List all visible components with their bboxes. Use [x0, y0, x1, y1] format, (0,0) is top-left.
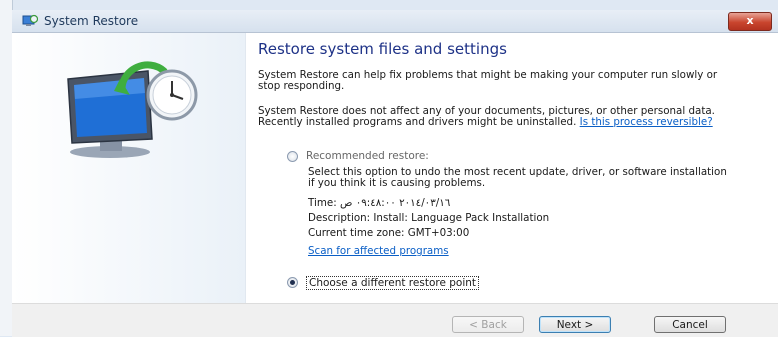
restore-description: Description: Install: Language Pack Inst…	[308, 212, 550, 224]
time-zone: Current time zone: GMT+03:00	[308, 227, 470, 239]
recommended-restore-label[interactable]: Recommended restore:	[306, 150, 429, 162]
intro-paragraph-2: System Restore does not affect any of yo…	[258, 106, 728, 128]
system-restore-icon	[22, 14, 38, 26]
dialog-client-area: Restore system files and settings System…	[12, 33, 778, 337]
reversible-link[interactable]: Is this process reversible?	[580, 116, 713, 128]
side-panel	[12, 33, 246, 303]
title-bar[interactable]: System Restore x	[12, 10, 778, 33]
scan-affected-programs-link[interactable]: Scan for affected programs	[308, 245, 449, 257]
page-title: Restore system files and settings	[258, 40, 507, 58]
choose-restore-point-label[interactable]: Choose a different restore point	[306, 276, 480, 290]
button-bar: < Back Next > Cancel	[12, 303, 778, 337]
recommended-restore-radio[interactable]	[287, 151, 298, 162]
system-restore-monitor-clock-icon	[67, 61, 198, 158]
intro-paragraph-1: System Restore can help fix problems tha…	[258, 69, 718, 92]
recommended-description: Select this option to undo the most rece…	[308, 166, 727, 189]
choose-restore-point-radio[interactable]	[287, 277, 298, 288]
close-button[interactable]: x	[728, 12, 772, 31]
next-button[interactable]: Next >	[539, 316, 611, 333]
close-icon: x	[746, 14, 754, 27]
system-restore-window: System Restore x Restore system files an…	[0, 0, 778, 337]
back-button[interactable]: < Back	[452, 316, 524, 333]
restore-time: Time: ٢٠١٤/٠٣/١٦ ٠٩:٤٨:٠٠ ص	[308, 197, 451, 209]
window-title: System Restore	[44, 14, 139, 28]
cancel-button[interactable]: Cancel	[654, 316, 726, 333]
